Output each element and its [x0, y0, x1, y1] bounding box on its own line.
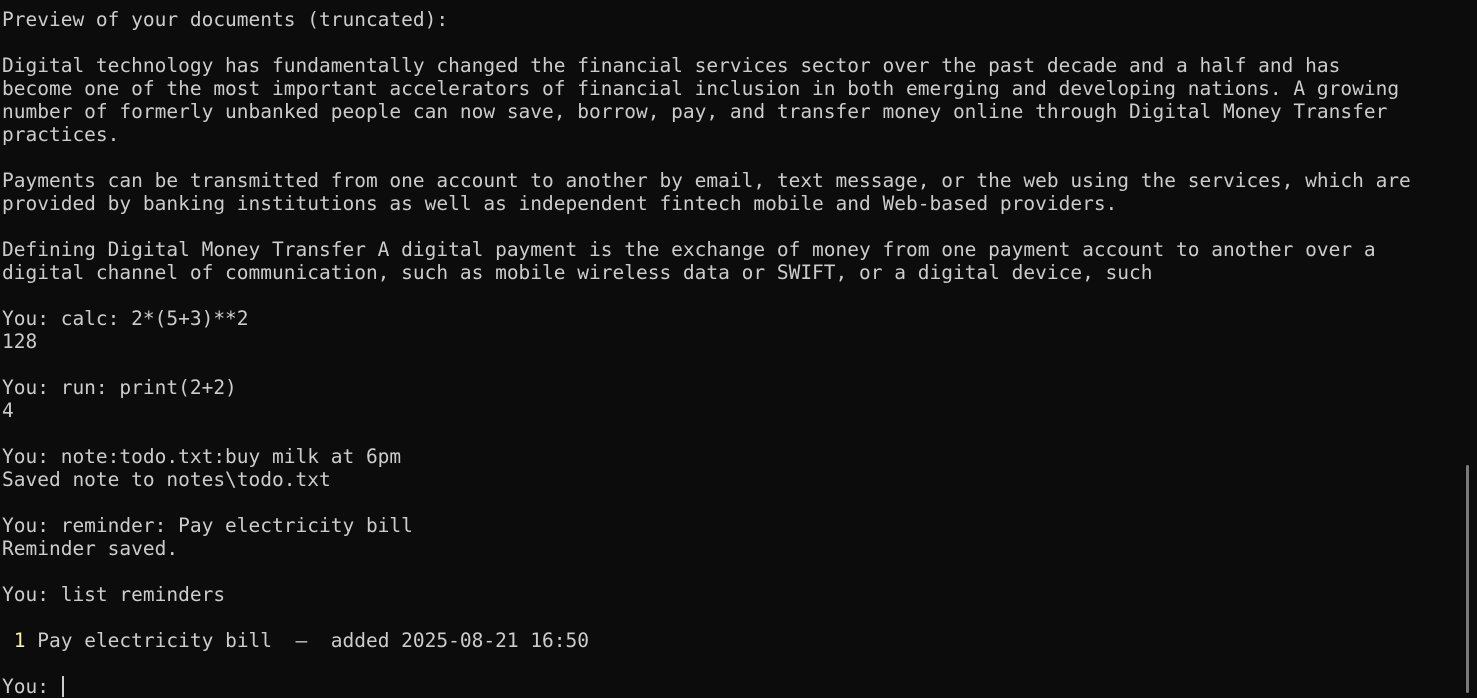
- output-line: digital channel of communication, such a…: [2, 261, 1153, 284]
- output-line: You: note:todo.txt:buy milk at 6pm: [2, 445, 402, 468]
- output-line: Reminder saved.: [2, 537, 179, 560]
- terminal-window[interactable]: Preview of your documents (truncated): Di…: [0, 0, 1477, 698]
- text-cursor: [61, 676, 64, 697]
- output-line: become one of the most important acceler…: [2, 77, 1400, 100]
- output-line: Saved note to notes\todo.txt: [2, 468, 331, 491]
- output-line: Defining Digital Money Transfer A digita…: [2, 238, 1376, 261]
- scrollbar[interactable]: [1463, 0, 1477, 698]
- reminder-text: Pay electricity bill – added 2025-08-21 …: [25, 629, 590, 652]
- output-line: You: list reminders: [2, 583, 226, 606]
- output-line: Digital technology has fundamentally cha…: [2, 54, 1341, 77]
- input-prompt-line[interactable]: You:: [2, 675, 1477, 698]
- output-line: You: reminder: Pay electricity bill: [2, 514, 413, 537]
- output-line: provided by banking institutions as well…: [2, 192, 1118, 215]
- output-line: You: calc: 2*(5+3)**2: [2, 307, 249, 330]
- output-line: 4: [2, 399, 14, 422]
- scrollbar-thumb[interactable]: [1466, 465, 1469, 693]
- output-line: You: run: print(2+2): [2, 376, 237, 399]
- prompt-label: You:: [2, 675, 61, 698]
- output-line: Preview of your documents (truncated):: [2, 8, 449, 31]
- reminder-index: 1: [13, 629, 26, 652]
- output-line: practices.: [2, 123, 120, 146]
- reminder-list-item: 1 Pay electricity bill – added 2025-08-2…: [2, 629, 1477, 652]
- terminal-output: Preview of your documents (truncated): Di…: [2, 8, 1477, 629]
- output-line: Payments can be transmitted from one acc…: [2, 169, 1411, 192]
- output-line: 128: [2, 330, 38, 353]
- output-line: number of formerly unbanked people can n…: [2, 100, 1388, 123]
